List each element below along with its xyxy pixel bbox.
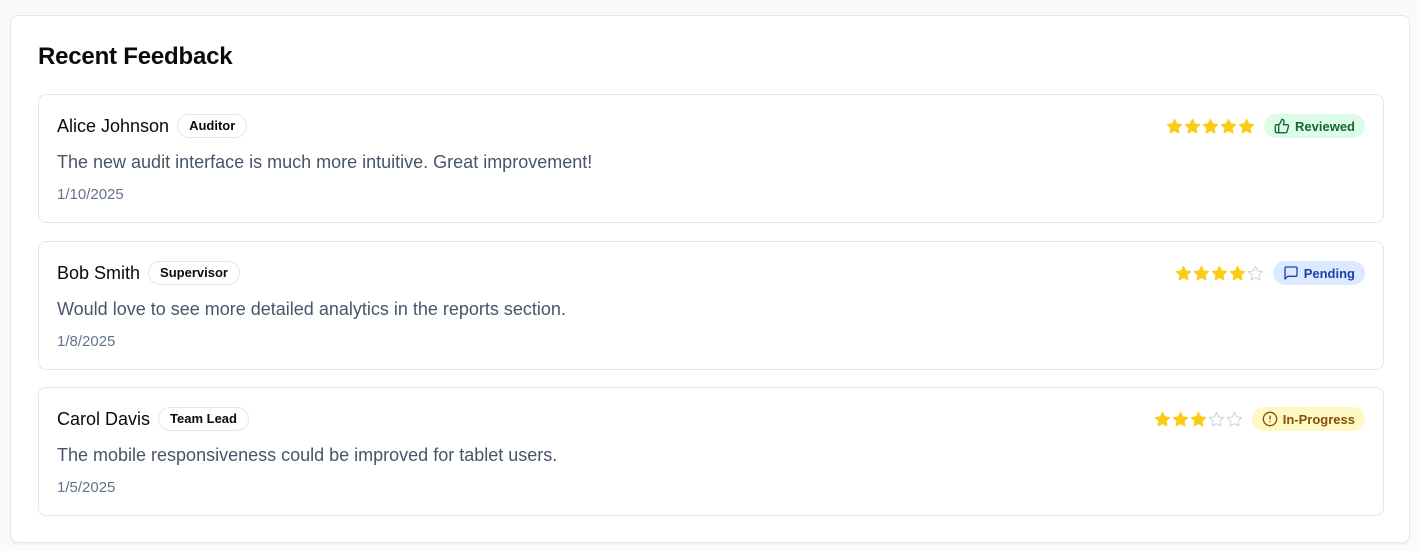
message-square-icon bbox=[1284, 266, 1298, 280]
star-filled-icon bbox=[1166, 118, 1183, 133]
star-filled-icon bbox=[1238, 118, 1255, 133]
star-filled-icon bbox=[1154, 411, 1170, 426]
thumbs-up-icon bbox=[1274, 118, 1290, 134]
star-empty-icon bbox=[1208, 411, 1224, 426]
role-badge: Supervisor bbox=[148, 261, 240, 285]
star-filled-icon bbox=[1229, 265, 1245, 280]
star-empty-icon bbox=[1226, 411, 1242, 426]
feedback-card: Alice Johnson Auditor The new audit inte… bbox=[38, 94, 1384, 223]
status-badge: Pending bbox=[1272, 261, 1365, 285]
feedback-date: 1/5/2025 bbox=[57, 479, 116, 496]
star-filled-icon bbox=[1184, 118, 1201, 133]
feedback-date: 1/8/2025 bbox=[57, 333, 116, 350]
star-filled-icon bbox=[1211, 265, 1227, 280]
reviewer-name: Carol Davis bbox=[57, 408, 151, 429]
status-label: In-Progress bbox=[1282, 411, 1355, 427]
star-filled-icon bbox=[1190, 411, 1206, 426]
role-badge: Team Lead bbox=[158, 407, 249, 431]
feedback-comment: Would love to see more detailed analytic… bbox=[57, 299, 566, 319]
feedback-comment: The mobile responsiveness could be impro… bbox=[57, 445, 558, 465]
star-rating bbox=[1175, 265, 1264, 282]
status-label: Reviewed bbox=[1295, 118, 1355, 134]
star-filled-icon bbox=[1172, 411, 1188, 426]
star-filled-icon bbox=[1175, 265, 1191, 280]
reviewer-name: Alice Johnson bbox=[57, 115, 170, 136]
status-badge: Reviewed bbox=[1264, 114, 1365, 138]
panel-title: Recent Feedback bbox=[38, 43, 233, 70]
recent-feedback-panel: Recent Feedback Alice Johnson Auditor Th… bbox=[10, 15, 1410, 543]
alert-circle-icon bbox=[1262, 411, 1278, 427]
star-filled-icon bbox=[1220, 118, 1237, 133]
star-filled-icon bbox=[1193, 265, 1209, 280]
feedback-date: 1/10/2025 bbox=[57, 186, 124, 203]
role-badge: Auditor bbox=[177, 114, 248, 138]
reviewer-name: Bob Smith bbox=[57, 262, 141, 283]
star-rating bbox=[1154, 411, 1243, 428]
feedback-card: Bob Smith Supervisor Would love to see m… bbox=[38, 241, 1384, 370]
star-filled-icon bbox=[1202, 118, 1219, 133]
star-empty-icon bbox=[1247, 265, 1263, 280]
status-badge: In-Progress bbox=[1251, 407, 1365, 431]
status-label: Pending bbox=[1303, 265, 1355, 281]
feedback-comment: The new audit interface is much more int… bbox=[57, 152, 593, 172]
feedback-card: Carol Davis Team Lead The mobile respons… bbox=[38, 387, 1384, 516]
star-rating bbox=[1166, 118, 1255, 135]
